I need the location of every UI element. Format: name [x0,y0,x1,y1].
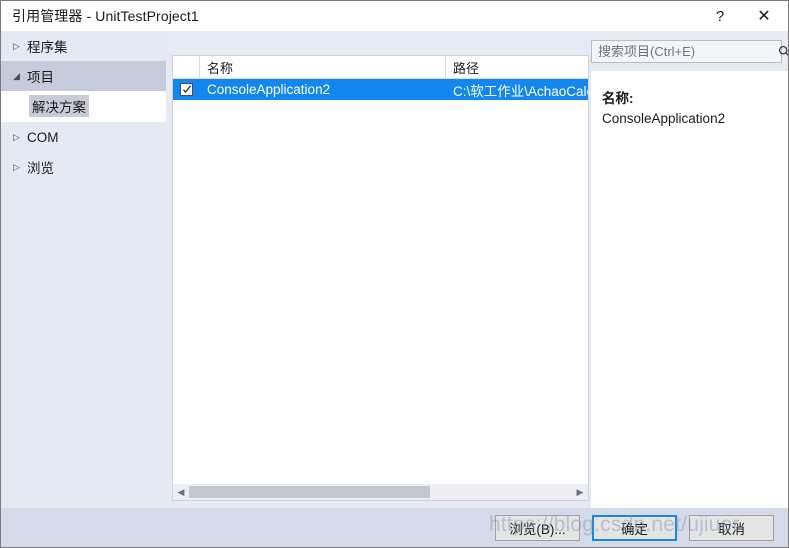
reference-list-panel: 名称 路径 ConsoleApplication2 C:\软工作业\AchaoC… [172,55,589,501]
sidebar-subitem-label: 解决方案 [29,95,89,117]
sidebar-item-label: COM [27,130,59,145]
sidebar-item-assemblies[interactable]: ▷ 程序集 [1,31,166,61]
chevron-down-icon: ◢ [13,72,27,81]
table-row[interactable]: ConsoleApplication2 C:\软工作业\AchaoCalcu [173,79,588,100]
ok-button[interactable]: 确定 [592,515,677,541]
list-header-row: 名称 路径 [173,56,588,79]
sidebar-item-solution[interactable]: 解决方案 [1,95,166,117]
help-icon[interactable]: ? [698,1,742,31]
row-name-cell: ConsoleApplication2 [200,79,446,100]
row-path-cell: C:\软工作业\AchaoCalcu [446,79,588,100]
horizontal-scrollbar[interactable]: ◀ ▶ [173,484,588,500]
sidebar-item-projects[interactable]: ◢ 项目 [1,61,166,91]
dialog-footer: 浏览(B)... 确定 取消 [1,508,788,547]
scrollbar-track[interactable] [189,484,572,500]
chevron-right-icon: ▷ [13,42,27,51]
sidebar-subgroup-projects: 解决方案 [1,91,166,122]
search-box[interactable]: ▾ [591,40,782,63]
search-icon[interactable]: ▾ [778,45,789,58]
sidebar-item-label: 程序集 [27,36,68,56]
browse-button[interactable]: 浏览(B)... [495,515,580,541]
cancel-button[interactable]: 取消 [689,515,774,541]
dialog-title: 引用管理器 - UnitTestProject1 [12,6,199,26]
search-input[interactable] [592,42,778,61]
scroll-right-arrow-icon[interactable]: ▶ [572,484,588,500]
help-glyph: ? [716,8,724,25]
column-header-name[interactable]: 名称 [200,56,446,78]
sidebar-item-com[interactable]: ▷ COM [1,122,166,152]
scrollbar-thumb[interactable] [189,486,430,498]
reference-manager-dialog: 引用管理器 - UnitTestProject1 ? ✕ ▷ 程序集 ◢ 项目 … [0,0,789,548]
detail-pane: 名称: ConsoleApplication2 [591,71,788,508]
row-checkbox-cell [173,79,200,100]
close-icon[interactable]: ✕ [742,1,786,31]
scroll-left-arrow-icon[interactable]: ◀ [173,484,189,500]
category-sidebar: ▷ 程序集 ◢ 项目 解决方案 ▷ COM ▷ 浏览 [1,31,166,508]
detail-name-label: 名称: [602,87,778,107]
dialog-body: ▷ 程序集 ◢ 项目 解决方案 ▷ COM ▷ 浏览 [1,31,788,508]
sidebar-item-browse[interactable]: ▷ 浏览 [1,152,166,182]
column-header-check [173,56,200,78]
title-bar: 引用管理器 - UnitTestProject1 ? ✕ [1,1,788,31]
sidebar-item-label: 浏览 [27,157,54,177]
column-header-path[interactable]: 路径 [446,56,588,78]
sidebar-item-label: 项目 [27,66,54,86]
list-rows: ConsoleApplication2 C:\软工作业\AchaoCalcu [173,79,588,100]
reference-checkbox[interactable] [180,83,193,96]
chevron-right-icon: ▷ [13,133,27,142]
close-glyph: ✕ [757,6,770,26]
detail-name-value: ConsoleApplication2 [602,111,778,126]
chevron-right-icon: ▷ [13,163,27,172]
